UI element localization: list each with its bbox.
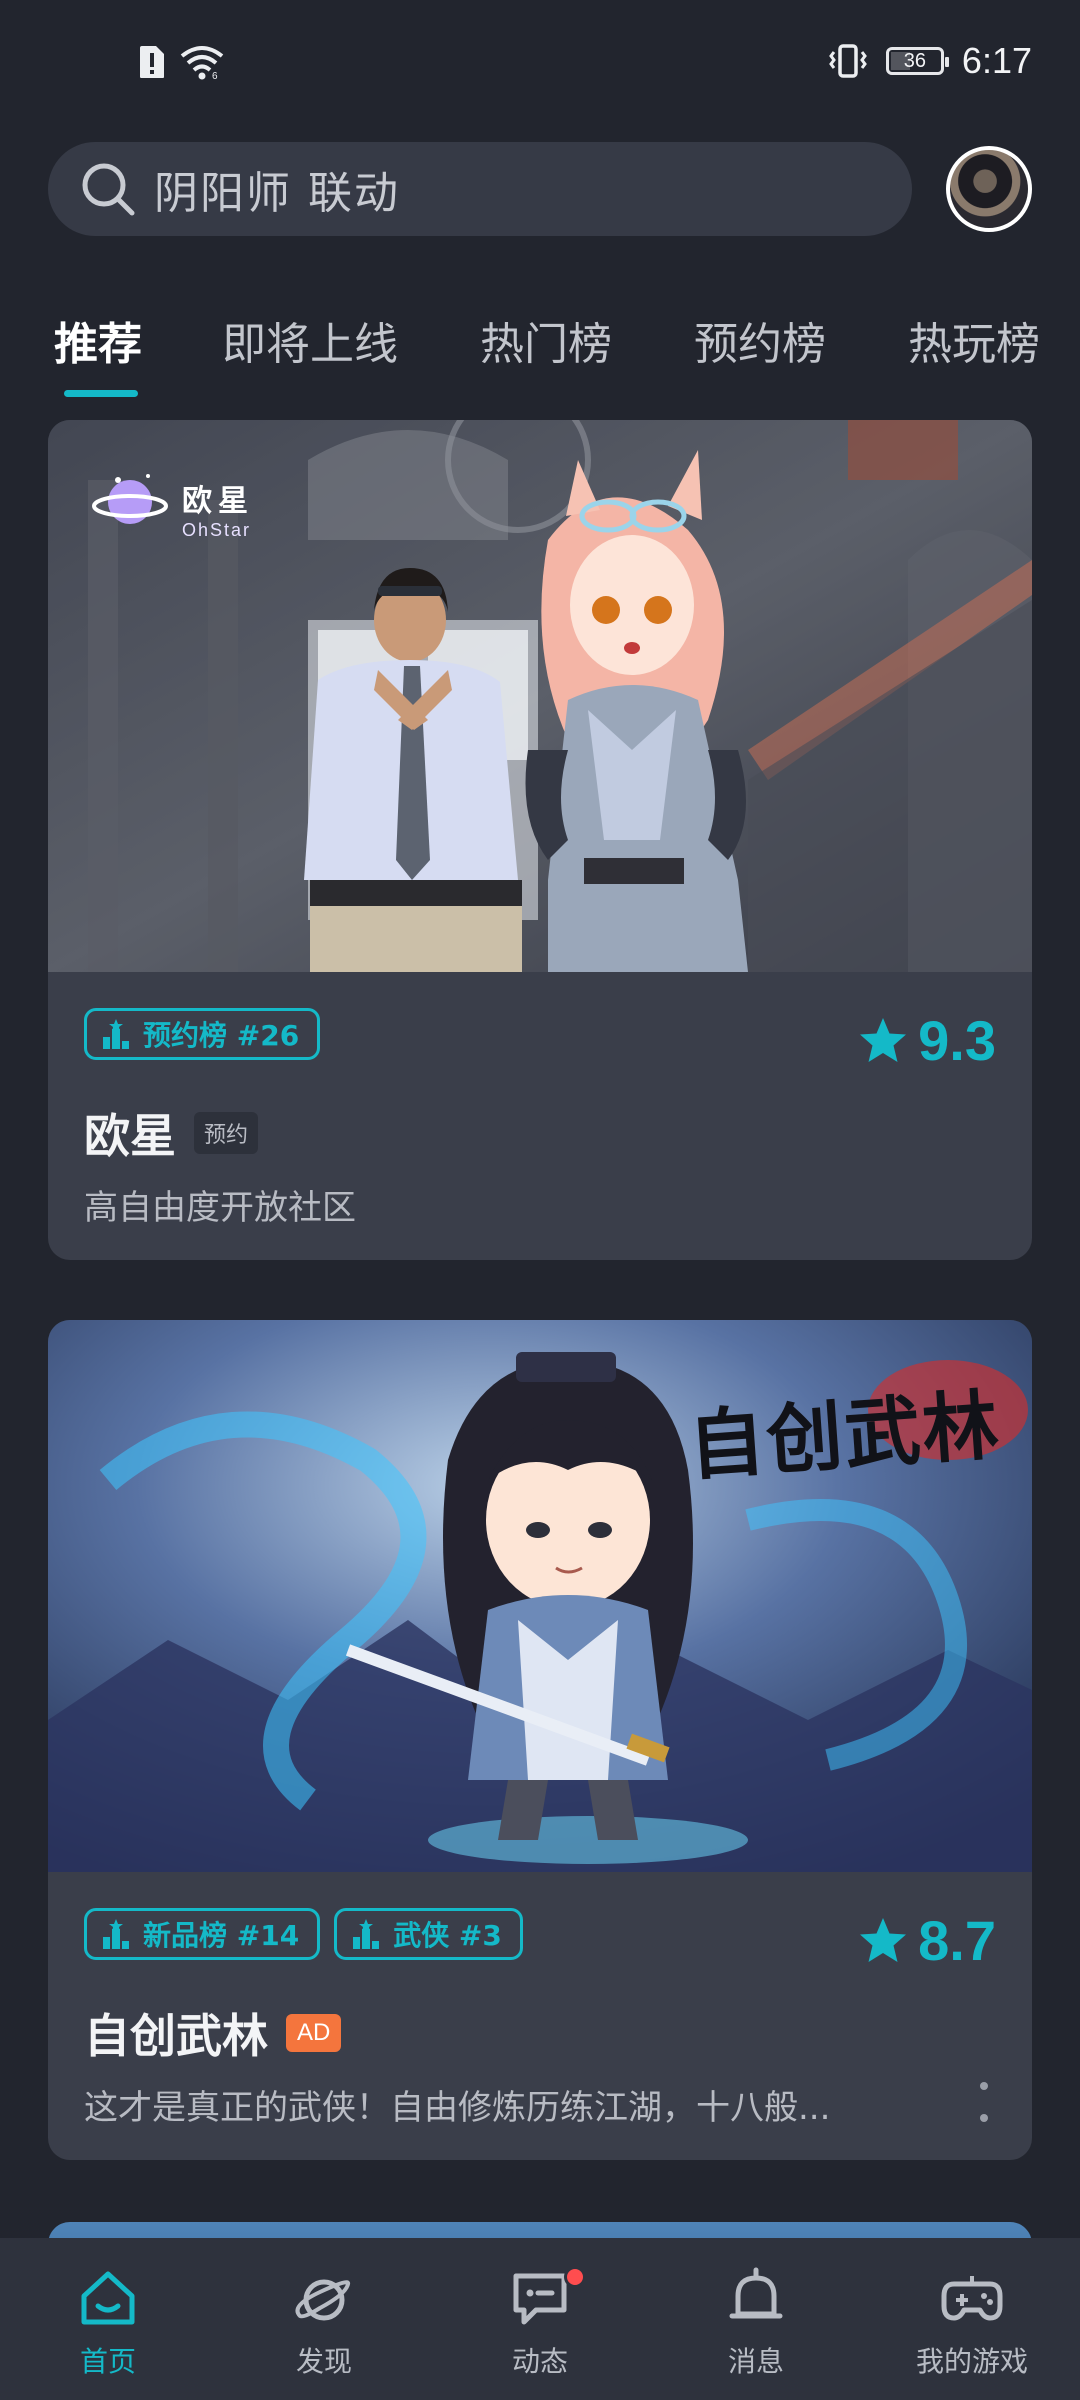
- app-screen: 6 36 6:17 阴阳师 联动 推荐 即将上线 热门榜 预约榜 热玩榜 欧星 …: [0, 0, 1080, 2400]
- nav-label: 消息: [727, 2345, 784, 2378]
- game-description: 这才是真正的武侠！自由修炼历练江湖，十八般...: [84, 2088, 831, 2128]
- title-row: 自创武林 AD: [84, 2000, 342, 2066]
- battery-icon: 36: [885, 47, 949, 75]
- notification-dot: [564, 2266, 586, 2288]
- nav-label: 动态: [511, 2345, 568, 2378]
- search-icon: [82, 163, 135, 216]
- tab-indicator: [64, 390, 138, 397]
- status-right: 36 6:17: [828, 40, 1032, 82]
- nav-discover[interactable]: 发现: [216, 2238, 432, 2400]
- rank-tags: 预约榜 #26: [84, 1008, 321, 1060]
- nav-home[interactable]: 首页: [0, 2238, 216, 2400]
- rating-value: 8.7: [918, 1909, 996, 1972]
- rank-tag-label: 新品榜 #14: [143, 1919, 300, 1952]
- rating-value: 9.3: [918, 1009, 996, 1072]
- rating: 9.3: [858, 1008, 996, 1073]
- rank-tag-label: 武侠 #3: [393, 1919, 502, 1952]
- banner-logo-subtitle: OhStar: [182, 520, 252, 540]
- game-info: 预约榜 #26 9.3 欧星 预约 高自由度开放社区: [48, 972, 1032, 1260]
- ranking-chart-icon: [103, 1019, 129, 1049]
- battery-level: 36: [903, 49, 927, 72]
- discover-planet-icon: [295, 2279, 351, 2321]
- tab-recommended[interactable]: 推荐: [54, 308, 142, 372]
- sim-alert-icon: [140, 46, 164, 78]
- star-icon: [860, 1017, 907, 1062]
- game-title: 欧星: [84, 1109, 176, 1163]
- game-title: 自创武林: [84, 2009, 268, 2063]
- rank-tags: 新品榜 #14 武侠 #3: [84, 1908, 523, 1960]
- rank-tag[interactable]: 预约榜 #26: [84, 1008, 321, 1060]
- status-bar: 6 36 6:17: [0, 0, 1080, 130]
- game-description: 高自由度开放社区: [84, 1188, 356, 1228]
- search-input[interactable]: 阴阳师 联动: [48, 142, 912, 236]
- vibrate-icon: [829, 44, 867, 78]
- bottom-navigation: 首页 发现 动态 消息 我的游戏: [0, 2238, 1080, 2400]
- ranking-chart-icon: [353, 1919, 380, 1949]
- home-icon: [81, 2271, 135, 2325]
- rank-tag[interactable]: 武侠 #3: [334, 1908, 523, 1960]
- rank-tag-label: 预约榜 #26: [143, 1019, 300, 1052]
- nav-feed[interactable]: 动态: [432, 2238, 648, 2400]
- banner-logo-text: 欧星 OhStar: [182, 476, 254, 541]
- title-row: 欧星 预约: [84, 1100, 259, 1166]
- tab-hot-chart[interactable]: 热门榜: [480, 308, 612, 372]
- game-info: 新品榜 #14 武侠 #3 8.7 自创武林 AD 这才是真正的武侠！自由修炼历…: [48, 1872, 1032, 2160]
- tab-coming-soon[interactable]: 即将上线: [222, 308, 398, 372]
- nav-label: 首页: [79, 2345, 136, 2378]
- gamepad-icon: [941, 2276, 1003, 2321]
- ranking-chart-icon: [103, 1919, 129, 1949]
- game-card-zichuang-wulin[interactable]: 自创武林 新品榜 #14 武侠 #3 8.7 自创武林 AD 这才是真正的武侠！…: [48, 1320, 1032, 2160]
- game-banner[interactable]: 自创武林: [48, 1320, 1032, 1872]
- clock: 6:17: [961, 40, 1032, 81]
- tab-reservation-chart[interactable]: 预约榜: [694, 308, 826, 372]
- nav-my-games[interactable]: 我的游戏: [864, 2238, 1080, 2400]
- more-options-button[interactable]: [972, 2082, 996, 2122]
- rank-tag[interactable]: 新品榜 #14: [84, 1908, 321, 1960]
- banner-logo-text: 自创武林: [685, 1380, 1004, 1491]
- status-left: 6: [138, 44, 224, 80]
- category-tabs: 推荐 即将上线 热门榜 预约榜 热玩榜: [0, 290, 1080, 400]
- wifi-icon: 6: [180, 46, 224, 80]
- ad-badge: AD: [286, 2014, 342, 2052]
- user-avatar[interactable]: [946, 146, 1032, 232]
- chat-bubble-icon: [513, 2273, 567, 2325]
- search-query-text: 阴阳师 联动: [154, 168, 400, 219]
- nav-label: 发现: [295, 2345, 352, 2378]
- rating: 8.7: [858, 1908, 996, 1973]
- bell-icon: [729, 2267, 783, 2319]
- more-dot: [980, 2082, 988, 2090]
- nav-messages[interactable]: 消息: [648, 2238, 864, 2400]
- star-icon: [860, 1917, 907, 1962]
- reservation-badge: 预约: [194, 1112, 259, 1154]
- banner-logo-name: 欧星: [182, 484, 254, 519]
- game-banner[interactable]: 欧星 OhStar: [48, 420, 1032, 972]
- more-dot: [980, 2114, 988, 2122]
- svg-text:6: 6: [212, 71, 218, 80]
- nav-label: 我的游戏: [915, 2345, 1028, 2378]
- game-card-ohstar[interactable]: 欧星 OhStar 预约榜 #26 9.3 欧星 预约 高自由度开放社区: [48, 420, 1032, 1260]
- tab-trending-chart[interactable]: 热玩榜: [908, 308, 1040, 372]
